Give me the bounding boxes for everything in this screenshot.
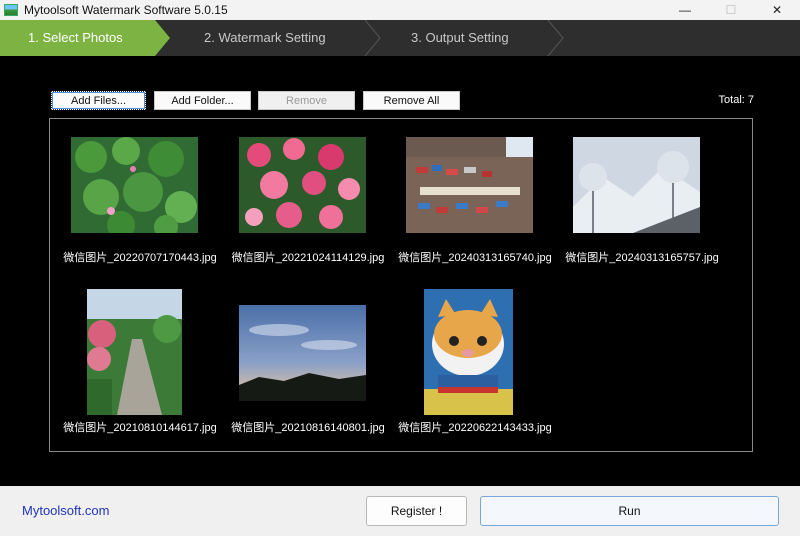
photo-thumbnail-cat <box>424 289 513 415</box>
close-button[interactable]: ✕ <box>754 0 800 20</box>
photo-filename: 微信图片_20240313165757.jpg <box>565 252 719 264</box>
run-button[interactable]: Run <box>480 496 779 526</box>
add-files-button[interactable]: Add Files... <box>51 91 146 110</box>
photo-filename: 微信图片_20240313165740.jpg <box>398 252 552 264</box>
photo-grid[interactable]: 微信图片_20220707170443.jpg 微信图片_20221024114… <box>49 118 753 452</box>
add-folder-button[interactable]: Add Folder... <box>154 91 251 110</box>
app-logo-icon <box>4 4 18 16</box>
footer: Mytoolsoft.com Register ! Run <box>0 486 800 536</box>
step-3-arrow-divider <box>547 20 564 56</box>
remove-button[interactable]: Remove <box>258 91 355 110</box>
photo-tile[interactable]: 微信图片_20240313165757.jpg <box>558 133 726 283</box>
step-watermark-setting[interactable]: 2. Watermark Setting <box>204 20 326 56</box>
photo-tile[interactable]: 微信图片_20210810144617.jpg <box>56 287 224 437</box>
step-2-arrow-divider <box>364 20 381 56</box>
remove-all-button[interactable]: Remove All <box>363 91 460 110</box>
register-button[interactable]: Register ! <box>366 496 467 526</box>
photo-tile[interactable]: 微信图片_20220707170443.jpg <box>56 133 224 283</box>
photo-tile[interactable]: 微信图片_20221024114129.jpg <box>224 133 392 283</box>
photo-thumbnail-evening-sky <box>239 305 366 401</box>
photo-filename: 微信图片_20220622143433.jpg <box>398 422 552 434</box>
window-controls: — ☐ ✕ <box>662 0 800 20</box>
brand-link[interactable]: Mytoolsoft.com <box>22 503 109 518</box>
steps-bar: 1. Select Photos 2. Watermark Setting 3.… <box>0 20 800 56</box>
step-output-setting[interactable]: 3. Output Setting <box>411 20 509 56</box>
photo-thumbnail-sign-wall <box>406 137 533 233</box>
maximize-button[interactable]: ☐ <box>708 0 754 20</box>
total-count: Total: 7 <box>718 94 754 106</box>
photo-filename: 微信图片_20220707170443.jpg <box>63 252 217 264</box>
title-bar: Mytoolsoft Watermark Software 5.0.15 — ☐… <box>0 0 800 20</box>
step-select-photos[interactable]: 1. Select Photos <box>28 20 123 56</box>
photo-thumbnail-snow <box>573 137 700 233</box>
photo-tile[interactable]: 微信图片_20210816140801.jpg <box>224 287 392 437</box>
photo-filename: 微信图片_20210816140801.jpg <box>231 422 385 434</box>
photo-thumbnail-lotus <box>71 137 198 233</box>
photo-thumbnail-flowers <box>239 137 366 233</box>
photo-tile[interactable]: 微信图片_20220622143433.jpg <box>391 287 559 437</box>
photo-filename: 微信图片_20210810144617.jpg <box>63 422 217 434</box>
photo-filename: 微信图片_20221024114129.jpg <box>231 252 385 264</box>
window-title: Mytoolsoft Watermark Software 5.0.15 <box>24 3 228 17</box>
minimize-button[interactable]: — <box>662 0 708 20</box>
photo-tile[interactable]: 微信图片_20240313165740.jpg <box>391 133 559 283</box>
photo-thumbnail-garden-path <box>87 289 182 415</box>
